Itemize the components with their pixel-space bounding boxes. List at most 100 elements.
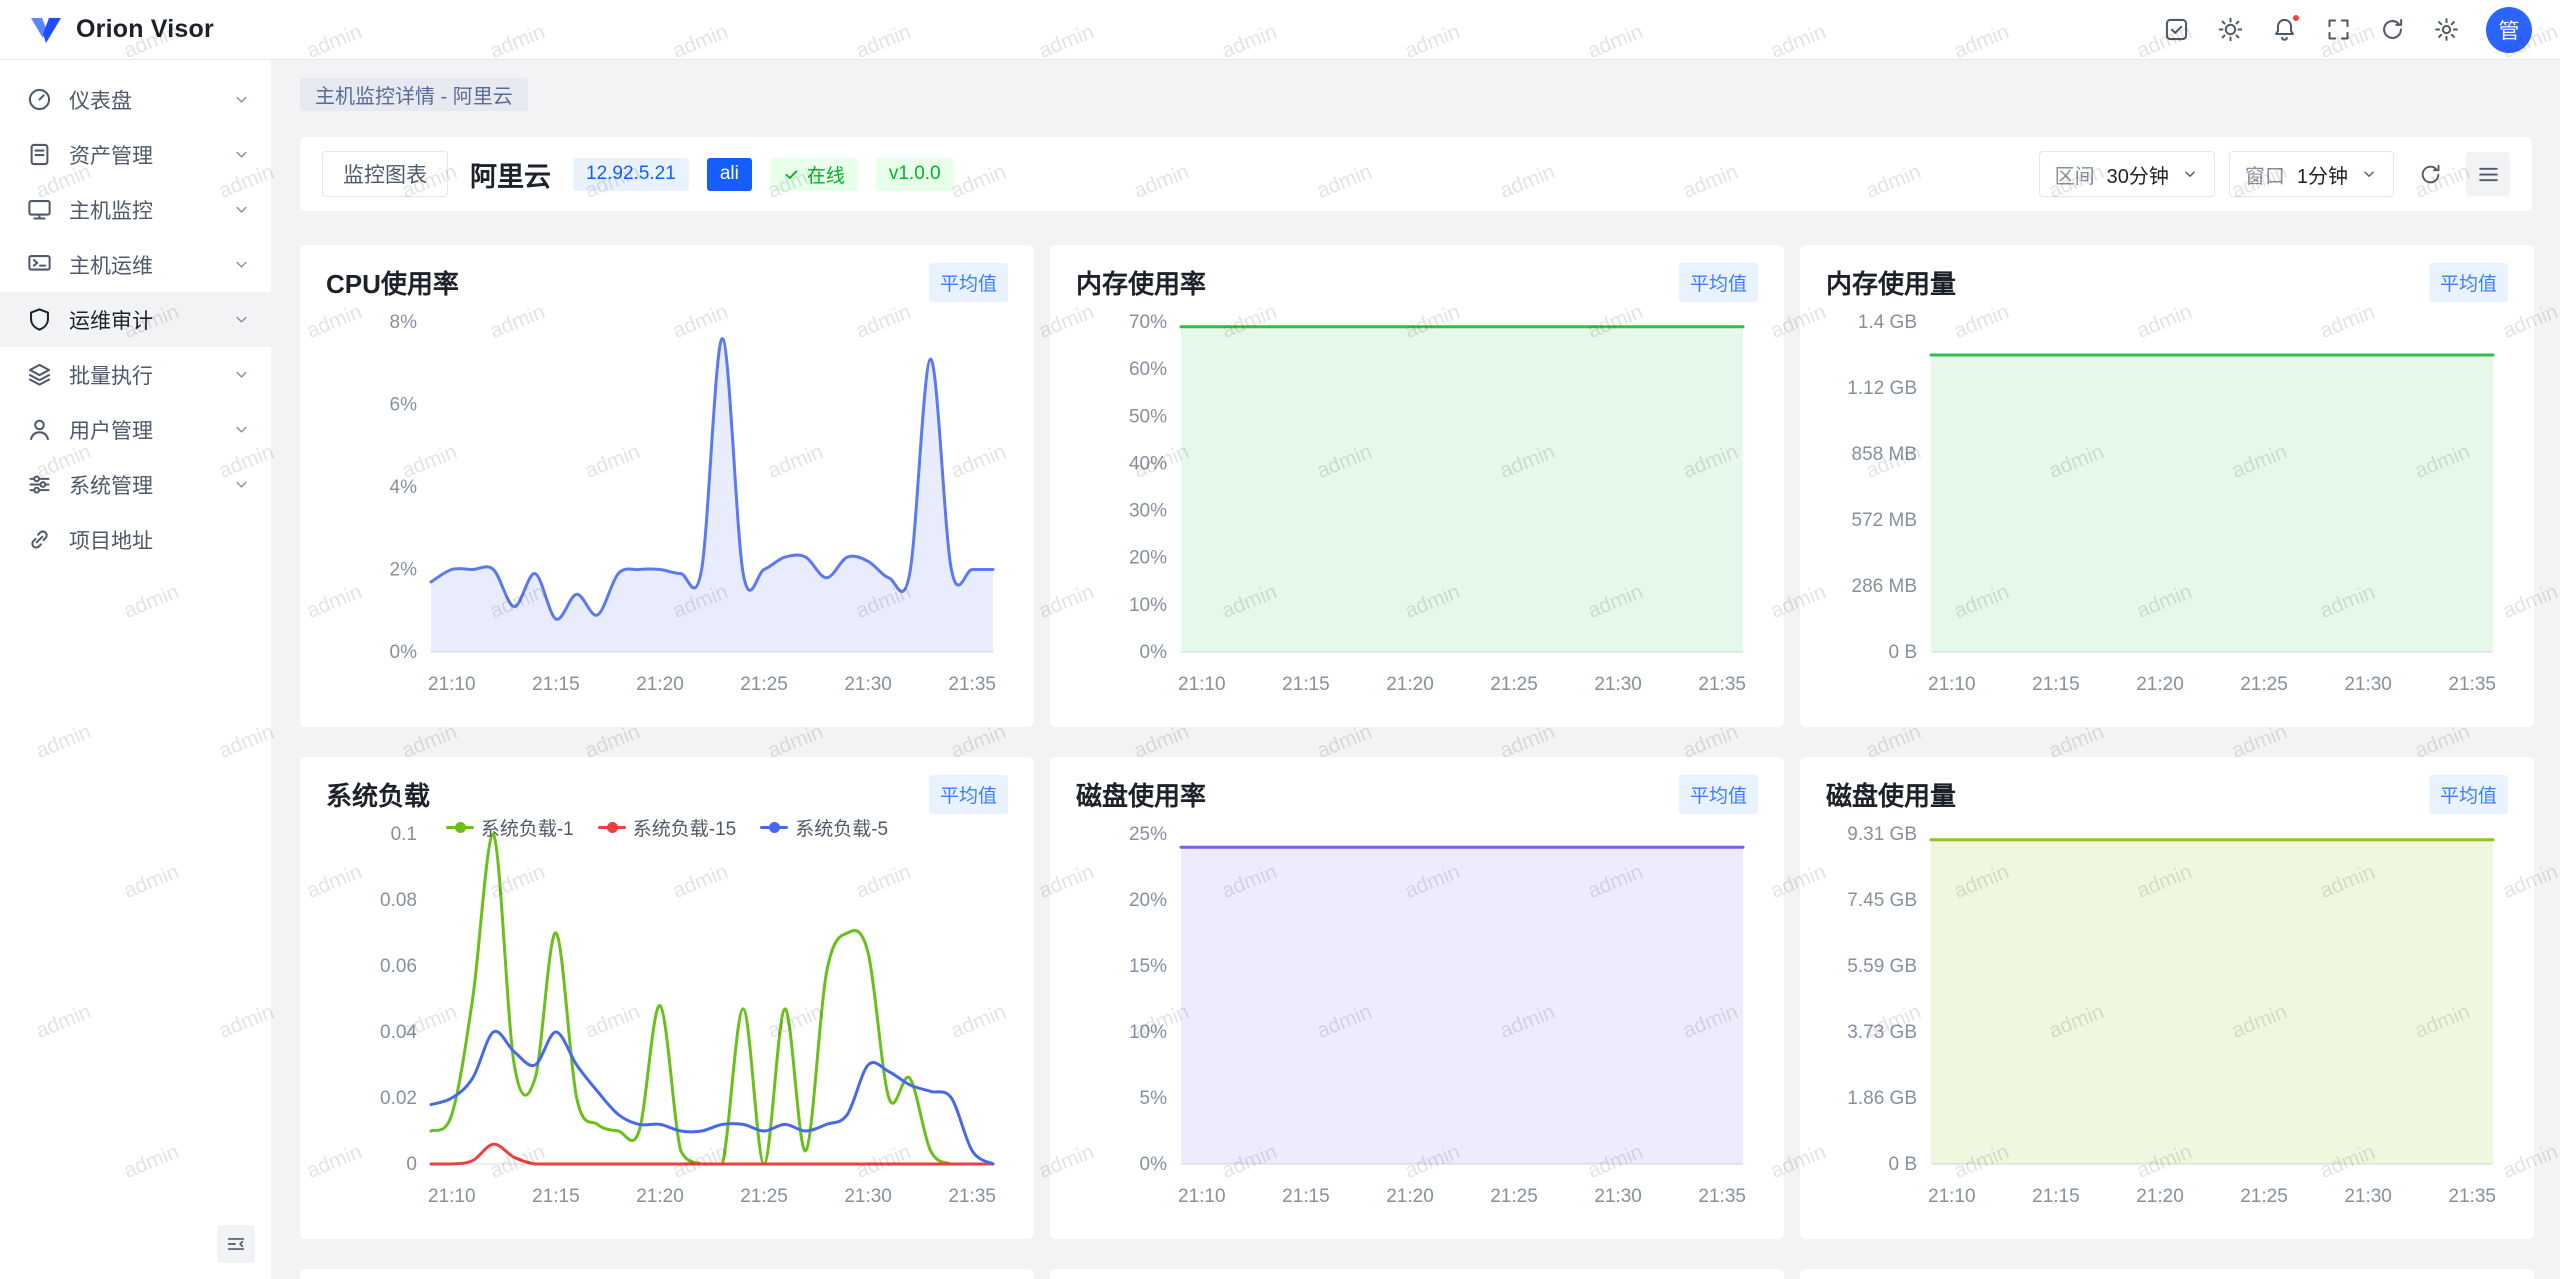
legend-label: 系统负载-15 <box>633 814 736 841</box>
chart-card-memory-usage-pct: 内存使用率 平均值 0%10%20%30%40%50%60%70%21:1021… <box>1050 245 1784 727</box>
svg-text:1.12 GB: 1.12 GB <box>1847 378 1917 399</box>
agent-version-tag: v1.0.0 <box>876 158 954 191</box>
theme-sun-icon[interactable] <box>2208 8 2252 52</box>
brand-name: Orion Visor <box>76 15 214 44</box>
avatar[interactable]: 管 <box>2486 7 2532 53</box>
chevron-down-icon <box>2360 165 2378 183</box>
sidebar-item-dashboard[interactable]: 仪表盘 <box>0 72 271 127</box>
sidebar-item-label: 批量执行 <box>69 360 232 390</box>
card-title: 内存使用量 <box>1826 264 1956 301</box>
sidebar-item-label: 仪表盘 <box>69 85 232 115</box>
fullscreen-icon[interactable] <box>2316 8 2360 52</box>
user-icon <box>26 416 53 443</box>
chart-card-partial <box>1800 1269 2534 1279</box>
sidebar-item-assets[interactable]: 资产管理 <box>0 127 271 182</box>
chart-card-partial <box>300 1269 1034 1279</box>
svg-text:4%: 4% <box>390 477 418 498</box>
brand[interactable]: Orion Visor <box>28 12 214 48</box>
tools-icon <box>26 471 53 498</box>
svg-text:21:30: 21:30 <box>2344 674 2392 695</box>
svg-text:21:15: 21:15 <box>532 1186 580 1207</box>
sidebar-collapse-button[interactable] <box>217 1225 255 1263</box>
window-select[interactable]: 窗口 1分钟 <box>2229 151 2394 197</box>
svg-text:20%: 20% <box>1129 548 1167 569</box>
svg-text:6%: 6% <box>390 395 418 416</box>
card-title: 内存使用率 <box>1076 264 1206 301</box>
orion-visor-logo-icon <box>28 12 64 48</box>
svg-text:21:35: 21:35 <box>948 1186 996 1207</box>
sidebar-item-ops-audit[interactable]: 运维审计 <box>0 292 271 347</box>
disk-usage-amount-chart: 0 B1.86 GB3.73 GB5.59 GB7.45 GB9.31 GB21… <box>1826 818 2508 1218</box>
svg-text:21:35: 21:35 <box>1698 1186 1746 1207</box>
host-code-tag: ali <box>707 158 752 191</box>
monitor-chart-tab[interactable]: 监控图表 <box>322 151 448 197</box>
legend-item[interactable]: 系统负载-1 <box>446 814 574 841</box>
chevron-down-icon <box>232 200 251 219</box>
monitor-icon <box>26 196 53 223</box>
range-select-value: 30分钟 <box>2107 160 2169 189</box>
card-title: 系统负载 <box>326 776 430 813</box>
svg-text:21:20: 21:20 <box>2136 674 2184 695</box>
range-select[interactable]: 区间 30分钟 <box>2039 151 2215 197</box>
card-title: 磁盘使用率 <box>1076 776 1206 813</box>
chevron-down-icon <box>232 255 251 274</box>
range-select-label: 区间 <box>2055 160 2095 189</box>
sidebar-item-label: 主机监控 <box>69 195 232 225</box>
refresh-icon[interactable] <box>2370 8 2414 52</box>
sidebar-item-label: 主机运维 <box>69 250 232 280</box>
svg-text:3.73 GB: 3.73 GB <box>1847 1022 1917 1043</box>
refresh-charts-icon[interactable] <box>2408 152 2452 196</box>
svg-text:21:10: 21:10 <box>1928 674 1976 695</box>
legend-item[interactable]: 系统负载-15 <box>598 814 736 841</box>
sidebar-item-label: 运维审计 <box>69 305 232 335</box>
svg-text:21:30: 21:30 <box>844 1186 892 1207</box>
sidebar: 仪表盘 资产管理 主机监控 主机运维 运维审计 批量执行 用户管理 系统管理 项 <box>0 60 272 1279</box>
svg-text:21:15: 21:15 <box>1282 1186 1330 1207</box>
svg-text:21:35: 21:35 <box>1698 674 1746 695</box>
svg-text:21:10: 21:10 <box>428 674 476 695</box>
average-badge: 平均值 <box>1679 263 1758 302</box>
svg-text:21:25: 21:25 <box>740 1186 788 1207</box>
legend-label: 系统负载-1 <box>481 814 574 841</box>
memory-usage-amount-chart: 0 B286 MB572 MB858 MB1.12 GB1.4 GB21:102… <box>1826 306 2508 706</box>
sidebar-item-system-mgmt[interactable]: 系统管理 <box>0 457 271 512</box>
sidebar-item-host-ops[interactable]: 主机运维 <box>0 237 271 292</box>
sidebar-item-label: 资产管理 <box>69 140 232 170</box>
svg-text:21:10: 21:10 <box>1178 1186 1226 1207</box>
sidebar-item-host-monitoring[interactable]: 主机监控 <box>0 182 271 237</box>
check-icon <box>783 166 800 183</box>
chart-options-menu-icon[interactable] <box>2466 152 2510 196</box>
sidebar-item-batch-exec[interactable]: 批量执行 <box>0 347 271 402</box>
host-name: 阿里云 <box>470 155 551 194</box>
svg-text:21:20: 21:20 <box>1386 1186 1434 1207</box>
legend-item[interactable]: 系统负载-5 <box>760 814 888 841</box>
top-navbar: Orion Visor 管 <box>0 0 2560 60</box>
system-load-chart: 系统负载-1系统负载-15系统负载-500.020.040.060.080.12… <box>326 818 1008 1218</box>
breadcrumb: 主机监控详情 - 阿里云 <box>300 78 2532 111</box>
legend-label: 系统负载-5 <box>795 814 888 841</box>
svg-text:0.08: 0.08 <box>380 890 417 911</box>
svg-text:21:15: 21:15 <box>532 674 580 695</box>
svg-text:21:10: 21:10 <box>1928 1186 1976 1207</box>
svg-text:21:15: 21:15 <box>1282 674 1330 695</box>
svg-text:60%: 60% <box>1129 359 1167 380</box>
svg-text:0: 0 <box>406 1154 417 1175</box>
svg-text:50%: 50% <box>1129 406 1167 427</box>
svg-text:21:35: 21:35 <box>948 674 996 695</box>
chart-card-partial <box>1050 1269 1784 1279</box>
settings-gear-icon[interactable] <box>2424 8 2468 52</box>
notifications-bell-icon[interactable] <box>2262 8 2306 52</box>
chart-card-cpu-usage: CPU使用率 平均值 0%2%4%6%8%21:1021:1521:2021:2… <box>300 245 1034 727</box>
legend-marker-icon <box>446 822 474 833</box>
sidebar-item-label: 系统管理 <box>69 470 232 500</box>
sidebar-item-project-url[interactable]: 项目地址 <box>0 512 271 567</box>
svg-text:10%: 10% <box>1129 1022 1167 1043</box>
sidebar-item-user-mgmt[interactable]: 用户管理 <box>0 402 271 457</box>
check-square-icon[interactable] <box>2154 8 2198 52</box>
average-badge: 平均值 <box>2429 775 2508 814</box>
svg-text:0%: 0% <box>1140 1154 1168 1175</box>
link-icon <box>26 526 53 553</box>
svg-text:21:20: 21:20 <box>1386 674 1434 695</box>
chevron-down-icon <box>232 310 251 329</box>
chart-card-system-load: 系统负载 平均值 系统负载-1系统负载-15系统负载-500.020.040.0… <box>300 757 1034 1239</box>
